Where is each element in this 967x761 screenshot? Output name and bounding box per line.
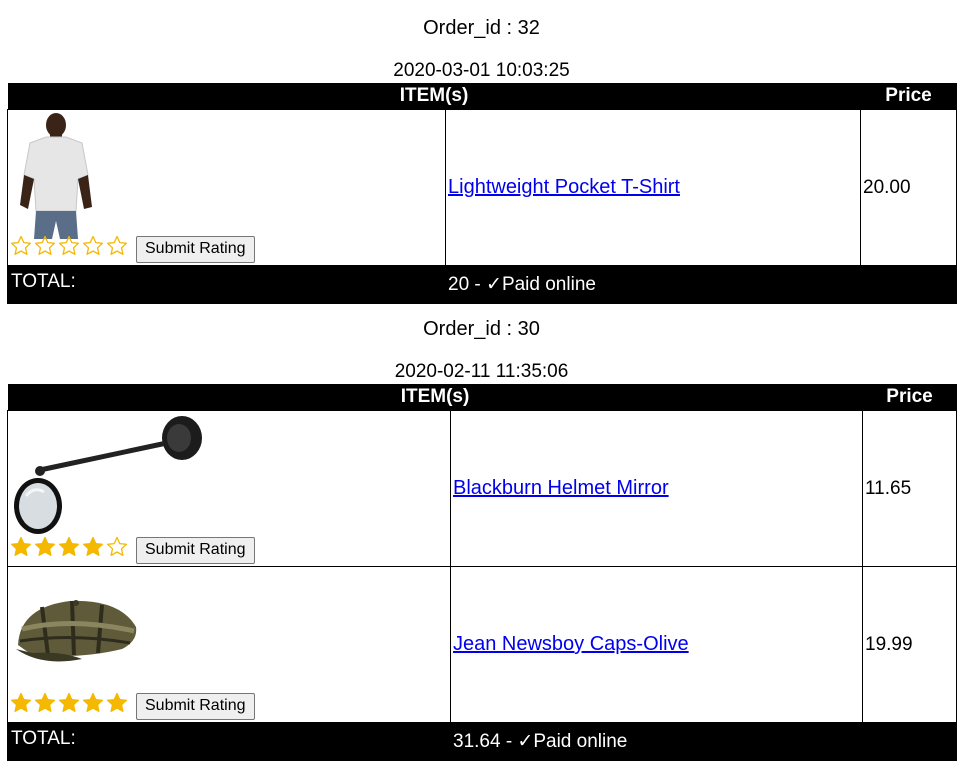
product-image[interactable] bbox=[12, 113, 102, 239]
total-label: TOTAL: bbox=[7, 722, 451, 761]
star-empty-icon[interactable] bbox=[10, 235, 32, 257]
rating-row: Submit Rating bbox=[10, 692, 255, 720]
total-value: 31.64 - ✓Paid online bbox=[449, 722, 958, 761]
table-row: Submit Rating Lightweight Pocket T-Shirt… bbox=[7, 109, 958, 266]
star-filled-icon[interactable] bbox=[10, 692, 32, 714]
star-filled-icon[interactable] bbox=[106, 692, 128, 714]
item-image-cell: Submit Rating bbox=[7, 109, 446, 266]
product-image[interactable] bbox=[12, 414, 204, 534]
order-date: 2020-02-11 11:35:06 bbox=[394, 361, 569, 382]
submit-rating-button[interactable]: Submit Rating bbox=[136, 235, 255, 263]
total-row: TOTAL: 20 - ✓Paid online bbox=[7, 265, 958, 304]
star-filled-icon[interactable] bbox=[10, 536, 32, 558]
star-filled-icon[interactable] bbox=[58, 536, 80, 558]
table-header-row: ITEM(s) Price bbox=[7, 384, 957, 411]
star-empty-icon[interactable] bbox=[82, 235, 104, 257]
item-price: 20.00 bbox=[860, 109, 958, 266]
star-filled-icon[interactable] bbox=[58, 692, 80, 714]
total-label: TOTAL: bbox=[7, 265, 446, 304]
item-price: 11.65 bbox=[862, 410, 958, 567]
price-header: Price bbox=[860, 83, 957, 110]
rating-row: Submit Rating bbox=[10, 235, 255, 263]
order-table: ITEM(s) Price Submi bbox=[7, 384, 958, 761]
star-filled-icon[interactable] bbox=[82, 692, 104, 714]
item-name-cell: Blackburn Helmet Mirror bbox=[449, 410, 864, 567]
item-name-cell: Lightweight Pocket T-Shirt bbox=[444, 109, 862, 266]
item-name-link[interactable]: Lightweight Pocket T-Shirt bbox=[448, 176, 680, 198]
item-name-link[interactable]: Jean Newsboy Caps-Olive bbox=[453, 633, 689, 655]
total-row: TOTAL: 31.64 - ✓Paid online bbox=[7, 722, 958, 761]
star-empty-icon[interactable] bbox=[34, 235, 56, 257]
price-header: Price bbox=[862, 384, 957, 411]
table-row: Submit Rating Blackburn Helmet Mirror 11… bbox=[7, 410, 958, 567]
item-name-cell: Jean Newsboy Caps-Olive bbox=[449, 566, 864, 723]
table-header-row: ITEM(s) Price bbox=[7, 83, 957, 110]
order-id: Order_id : 32 bbox=[423, 17, 540, 39]
order-id: Order_id : 30 bbox=[423, 318, 540, 340]
star-filled-icon[interactable] bbox=[82, 536, 104, 558]
submit-rating-button[interactable]: Submit Rating bbox=[136, 536, 255, 564]
star-rating[interactable] bbox=[10, 692, 130, 720]
items-header: ITEM(s) bbox=[7, 384, 863, 411]
item-price: 19.99 bbox=[862, 566, 958, 723]
star-rating[interactable] bbox=[10, 536, 130, 564]
rating-row: Submit Rating bbox=[10, 536, 255, 564]
order-date: 2020-03-01 10:03:25 bbox=[393, 60, 570, 81]
star-empty-icon[interactable] bbox=[58, 235, 80, 257]
item-image-cell: Submit Rating bbox=[7, 566, 451, 723]
table-row: Submit Rating Jean Newsboy Caps-Olive 19… bbox=[7, 566, 958, 723]
star-filled-icon[interactable] bbox=[34, 536, 56, 558]
submit-rating-button[interactable]: Submit Rating bbox=[136, 692, 255, 720]
star-filled-icon[interactable] bbox=[34, 692, 56, 714]
item-image-cell: Submit Rating bbox=[7, 410, 451, 567]
item-name-link[interactable]: Blackburn Helmet Mirror bbox=[453, 477, 669, 499]
star-empty-icon[interactable] bbox=[106, 235, 128, 257]
star-empty-icon[interactable] bbox=[106, 536, 128, 558]
star-rating[interactable] bbox=[10, 235, 130, 263]
product-image[interactable] bbox=[12, 593, 142, 673]
items-header: ITEM(s) bbox=[7, 83, 861, 110]
order-table: ITEM(s) Price Submi bbox=[7, 83, 958, 304]
total-value: 20 - ✓Paid online bbox=[444, 265, 958, 304]
